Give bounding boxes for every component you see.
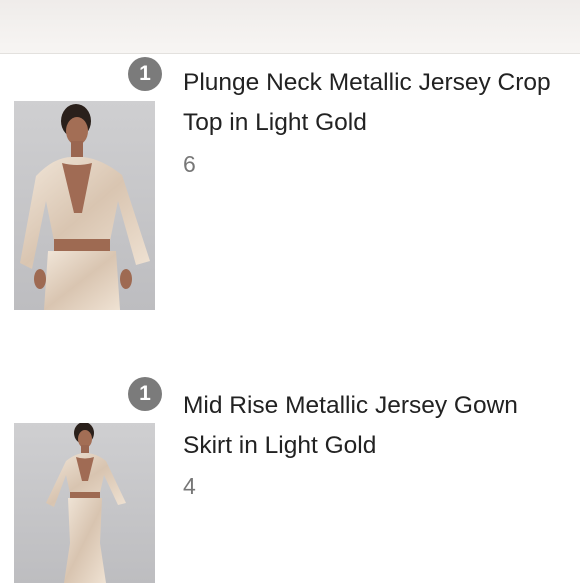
top-banner [0, 0, 580, 54]
quantity-badge: 1 [128, 377, 162, 411]
product-price: 6 [183, 151, 196, 177]
product-name[interactable]: Plunge Neck Metallic Jersey Crop Top in … [183, 63, 573, 143]
product-name[interactable]: Mid Rise Metallic Jersey Gown Skirt in L… [183, 386, 573, 466]
product-price: 4 [183, 473, 196, 499]
quantity-badge: 1 [128, 57, 162, 91]
product-photo-crop-top-icon [20, 104, 150, 310]
order-item[interactable]: 1 Plunge Neck Metallic Jersey Crop Top i… [0, 54, 580, 354]
product-photo-gown-skirt-icon [46, 423, 126, 583]
order-item[interactable]: 1 Mid Rise Metallic Jersey Gown Skirt in… [0, 374, 580, 583]
product-thumbnail[interactable] [14, 101, 155, 310]
product-thumbnail[interactable] [14, 423, 155, 583]
